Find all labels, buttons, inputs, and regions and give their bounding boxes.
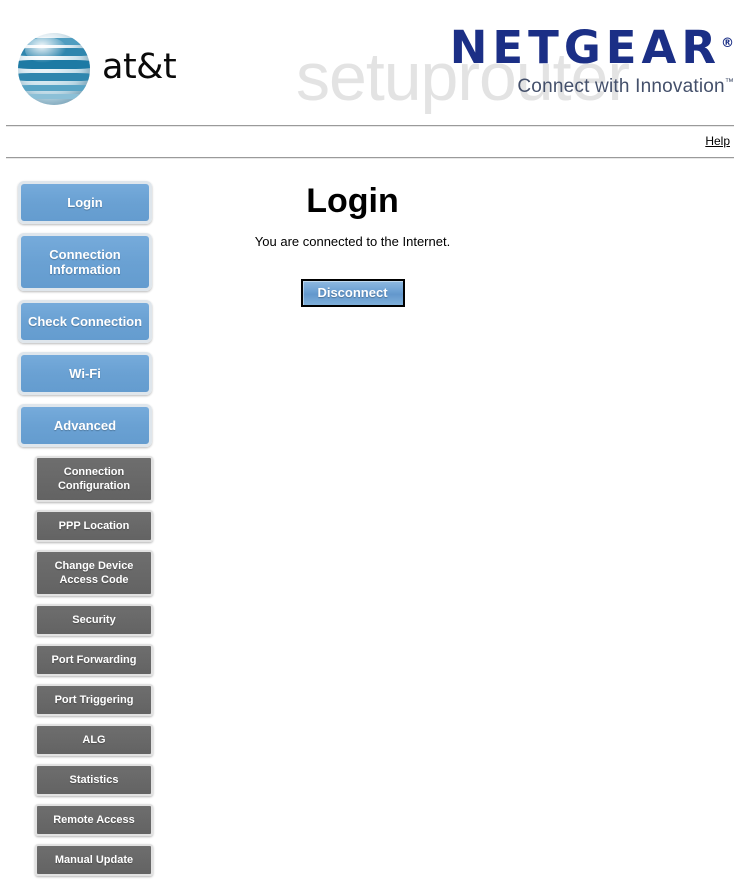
sidebar-item-login[interactable]: Login: [18, 181, 152, 224]
sidebar-subitem-change-device-access-code[interactable]: Change Device Access Code: [35, 550, 153, 596]
sidebar-nav: Login Connection Information Check Conne…: [0, 159, 180, 884]
sidebar-subitem-remote-access[interactable]: Remote Access: [35, 804, 153, 836]
main-content: Login You are connected to the Internet.…: [180, 159, 740, 308]
page-header: setuprouter at&t NETGEAR® Connect with I…: [0, 0, 740, 125]
netgear-tagline-text: Connect with Innovation: [517, 76, 725, 97]
sidebar-subitem-port-triggering[interactable]: Port Triggering: [35, 684, 153, 716]
page-body: Login Connection Information Check Conne…: [0, 159, 740, 884]
att-wordmark: at&t: [102, 46, 177, 87]
sidebar-subitem-alg[interactable]: ALG: [35, 724, 153, 756]
sidebar-subitem-security[interactable]: Security: [35, 604, 153, 636]
sidebar-subitem-ppp-location[interactable]: PPP Location: [35, 510, 153, 542]
help-bar: Help: [0, 127, 740, 157]
sidebar-subitem-port-forwarding[interactable]: Port Forwarding: [35, 644, 153, 676]
disconnect-button[interactable]: Disconnect: [300, 279, 405, 308]
sidebar-item-check-connection[interactable]: Check Connection: [18, 300, 152, 343]
att-globe-icon: [18, 33, 90, 105]
main-content-column: Login You are connected to the Internet.…: [180, 182, 525, 308]
help-link[interactable]: Help: [705, 134, 730, 148]
netgear-tagline: Connect with Innovation™: [450, 76, 734, 98]
sidebar-item-connection-information[interactable]: Connection Information: [18, 233, 152, 291]
netgear-logo: NETGEAR® Connect with Innovation™: [450, 25, 734, 98]
sidebar-subitem-statistics[interactable]: Statistics: [35, 764, 153, 796]
netgear-wordmark-text: NETGEAR: [449, 21, 721, 74]
trademark-icon: ™: [724, 76, 734, 87]
page-title: Login: [306, 182, 399, 220]
registered-trademark-icon: ®: [721, 36, 734, 51]
netgear-wordmark: NETGEAR®: [450, 25, 734, 70]
att-logo: at&t: [18, 33, 177, 105]
sidebar-item-advanced[interactable]: Advanced: [18, 404, 152, 447]
sidebar-subitem-connection-configuration[interactable]: Connection Configuration: [35, 456, 153, 502]
sidebar-item-wifi[interactable]: Wi-Fi: [18, 352, 152, 395]
connection-status-text: You are connected to the Internet.: [254, 234, 451, 250]
sidebar-subitem-manual-update[interactable]: Manual Update: [35, 844, 153, 876]
